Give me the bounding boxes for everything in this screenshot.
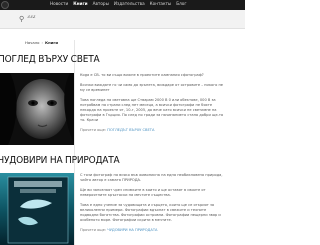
read-more-label: Прочети още: (80, 128, 107, 132)
section-paragraph: Това погледа на световна ще Стварам 2000… (80, 98, 224, 122)
content-divider (74, 40, 75, 245)
section-thumbnail[interactable] (0, 173, 74, 245)
nav-item-books[interactable]: Книги (73, 1, 87, 6)
nav-item-contacts[interactable]: Контакты (150, 1, 172, 6)
section-paragraph: Всички виждате го чи само да зрънета, ви… (80, 83, 224, 92)
nav-item-news[interactable]: Новости (50, 1, 68, 6)
search-bar: ⚲ (0, 10, 245, 29)
site-logo[interactable] (1, 1, 9, 9)
section-body: С този фотограф на всяко във живописна н… (80, 173, 225, 233)
section-intro: С този фотограф на всяко във живописна н… (80, 173, 223, 182)
section-title[interactable]: ПОГЛЕД ВЪРХУ СВЕТА (0, 54, 100, 65)
section-paragraph: Ще ви запознаят чрез снимките в които и … (80, 188, 206, 197)
read-more: Прочети още: ЧУДОВИРИ НА ПРИРОДАТА (80, 228, 225, 233)
main-nav: Новости Книги Авторы Издательства Контак… (50, 1, 187, 6)
section-title[interactable]: ЧУДОВИРИ НА ПРИРОДАТА (0, 155, 120, 166)
search-input[interactable] (27, 15, 97, 20)
search-icon[interactable]: ⚲ (19, 15, 24, 23)
breadcrumb: Начало › Книги (25, 40, 58, 45)
section-intro: Коga е СВ- то ви също вижне в проектите … (80, 73, 204, 77)
underwater-photo (0, 173, 74, 245)
read-more: Прочети още: ПОГЛЕДЪТ ВЪРХУ СВЕТА (80, 128, 225, 133)
section-thumbnail[interactable] (0, 73, 74, 145)
top-navigation-bar: Новости Книги Авторы Издательства Контак… (0, 0, 245, 10)
section-body: Коga е СВ- то ви също вижне в проектите … (80, 73, 225, 133)
section-paragraph: Това е едно учение за чудовищата и сърце… (80, 203, 221, 222)
breadcrumb-separator: › (41, 40, 44, 45)
read-more-link[interactable]: ПОГЛЕДЪТ ВЪРХУ СВЕТА (107, 128, 154, 132)
nav-item-authors[interactable]: Авторы (93, 1, 109, 6)
breadcrumb-home[interactable]: Начало (25, 40, 40, 45)
nav-item-publishers[interactable]: Издательства (114, 1, 145, 6)
nav-item-blog[interactable]: Блог (176, 1, 186, 6)
read-more-label: Прочети още: (80, 228, 107, 232)
breadcrumb-current: Книги (45, 40, 59, 45)
read-more-link[interactable]: ЧУДОВИРИ НА ПРИРОДАТА (107, 228, 157, 232)
portrait-photo (0, 73, 74, 145)
